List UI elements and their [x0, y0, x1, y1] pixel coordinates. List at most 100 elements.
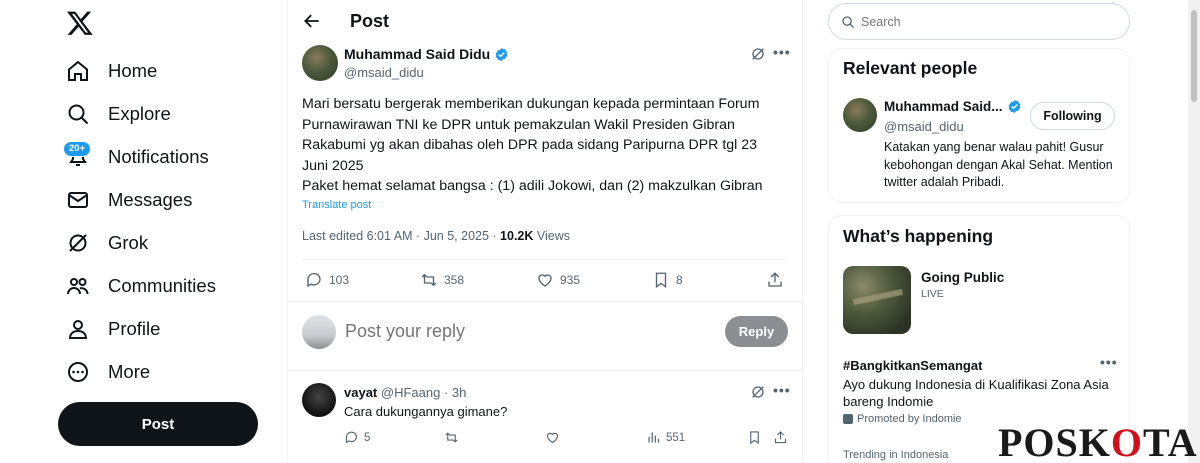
watermark-text-b: O — [1110, 420, 1144, 463]
main-column: Post Muhammad Said Didu @msaid_didu ••• … — [287, 0, 804, 463]
search-box[interactable] — [828, 3, 1130, 40]
share-icon — [774, 431, 787, 444]
nav-messages[interactable]: Messages — [66, 183, 192, 217]
nav-home[interactable]: Home — [66, 54, 157, 88]
page-scrollbar[interactable] — [1188, 0, 1200, 463]
relevant-person-handle[interactable]: @msaid_didu — [884, 119, 964, 134]
current-user-avatar[interactable] — [302, 315, 336, 349]
translate-post-link[interactable]: Translate post — [302, 199, 371, 211]
nav-communities[interactable]: Communities — [66, 269, 216, 303]
notification-badge: 20+ — [63, 141, 92, 157]
reply-input[interactable] — [345, 321, 645, 342]
more-options-icon[interactable]: ••• — [773, 382, 791, 398]
home-icon — [68, 60, 88, 81]
nav-more[interactable]: More — [66, 355, 150, 389]
grok-icon — [69, 234, 87, 252]
divider — [288, 370, 804, 371]
more-options-icon[interactable]: ••• — [1100, 354, 1118, 370]
views-chart-icon — [648, 432, 660, 443]
share-action[interactable] — [766, 271, 784, 289]
promoted-by-label: Promoted by Indomie — [857, 413, 962, 425]
post-text-paragraph-2: Paket hemat selamat bangsa : (1) adili J… — [302, 178, 763, 195]
relevant-person-name-row[interactable]: Muhammad Said... — [884, 99, 1022, 114]
reply-author[interactable]: vayat @HFaang · 3h — [344, 385, 466, 400]
search-icon — [842, 15, 854, 28]
bookmark-action[interactable]: 8 — [652, 271, 683, 289]
promoted-by: Promoted by Indomie — [843, 413, 962, 425]
post-edited-time[interactable]: Last edited 6:01 AM · Jun 5, 2025 · — [302, 229, 500, 243]
nav-grok-label: Grok — [108, 232, 149, 253]
nav-profile-label: Profile — [108, 318, 161, 339]
post-text: Mari bersatu bergerak memberikan dukunga… — [302, 94, 787, 197]
mail-icon — [68, 192, 88, 208]
divider — [302, 259, 788, 260]
relevant-person-name[interactable]: Muhammad Said... — [884, 99, 1003, 114]
back-arrow-icon[interactable] — [302, 11, 322, 31]
post-meta: Last edited 6:01 AM · Jun 5, 2025 · 10.2… — [302, 229, 570, 243]
relevant-people-title: Relevant people — [843, 58, 978, 78]
repost-count: 358 — [444, 273, 465, 287]
reply-author-name[interactable]: vayat — [344, 385, 377, 400]
scrollbar-thumb[interactable] — [1191, 10, 1197, 102]
reply-icon — [345, 431, 358, 444]
like-action[interactable]: 935 — [536, 271, 580, 289]
post-text-paragraph-1: Mari bersatu bergerak memberikan dukunga… — [302, 96, 760, 174]
repost-action[interactable]: 358 — [420, 271, 464, 289]
nav-communities-label: Communities — [108, 275, 216, 296]
grok-icon[interactable] — [750, 46, 766, 62]
repost-icon — [421, 273, 437, 287]
nav-home-label: Home — [108, 60, 158, 81]
author-name-row[interactable]: Muhammad Said Didu — [344, 46, 509, 62]
heart-icon — [546, 432, 559, 444]
nav-notifications-label: Notifications — [108, 146, 209, 167]
bookmark-icon — [655, 272, 667, 289]
search-icon — [68, 104, 89, 125]
post-button[interactable]: Post — [58, 402, 258, 446]
author-name[interactable]: Muhammad Said Didu — [344, 46, 490, 62]
reply-view-count: 551 — [666, 431, 686, 444]
bookmark-icon — [750, 431, 759, 445]
reply-repost-action[interactable] — [444, 430, 459, 445]
nav-grok[interactable]: Grok — [66, 226, 148, 260]
reply-author-meta[interactable]: @HFaang · 3h — [381, 385, 466, 400]
repost-icon — [445, 432, 458, 443]
like-count: 935 — [560, 273, 581, 287]
people-icon — [67, 278, 89, 295]
poskota-watermark-logo: POSKOTA — [998, 423, 1198, 463]
verified-badge-icon — [1008, 99, 1020, 114]
following-button[interactable]: Following — [1030, 102, 1115, 130]
watermark-text-a: POSK — [998, 420, 1111, 463]
relevant-person-avatar[interactable] — [843, 98, 877, 132]
reply-reply-action[interactable]: 5 — [344, 430, 370, 445]
view-count: 10.2K — [500, 229, 534, 243]
reply-reply-count: 5 — [364, 431, 371, 444]
reply-bookmark-action[interactable] — [747, 430, 762, 445]
author-avatar[interactable] — [302, 45, 338, 81]
share-icon — [768, 272, 782, 287]
watermark-text-c: TA — [1143, 420, 1198, 463]
trend-title[interactable]: Going Public — [921, 270, 1004, 285]
reply-author-avatar[interactable] — [302, 383, 336, 417]
reply-button[interactable]: Reply — [725, 316, 788, 347]
nav-explore[interactable]: Explore — [66, 97, 171, 131]
reply-action[interactable]: 103 — [305, 271, 349, 289]
grok-icon[interactable] — [750, 384, 766, 400]
heart-icon — [538, 274, 552, 287]
x-logo-icon[interactable] — [66, 9, 94, 37]
reply-like-action[interactable] — [545, 430, 560, 445]
trend-thumbnail[interactable] — [843, 266, 911, 334]
reply-share-action[interactable] — [773, 430, 788, 445]
more-options-icon[interactable]: ••• — [773, 44, 791, 60]
person-icon — [68, 320, 88, 339]
nav-profile[interactable]: Profile — [66, 312, 160, 346]
trend-live-label: LIVE — [921, 288, 944, 300]
search-input[interactable] — [861, 14, 1101, 29]
author-handle[interactable]: @msaid_didu — [344, 65, 424, 80]
page-title: Post — [350, 11, 390, 31]
reply-text: Cara dukungannya gimane? — [344, 404, 508, 419]
divider — [288, 301, 804, 302]
reply-views-action[interactable]: 551 — [646, 430, 685, 445]
nav-explore-label: Explore — [108, 103, 171, 124]
promoted-hashtag[interactable]: #BangkitkanSemangat — [843, 358, 982, 373]
right-sidebar: Relevant people Muhammad Said... @msaid_… — [828, 0, 1130, 463]
